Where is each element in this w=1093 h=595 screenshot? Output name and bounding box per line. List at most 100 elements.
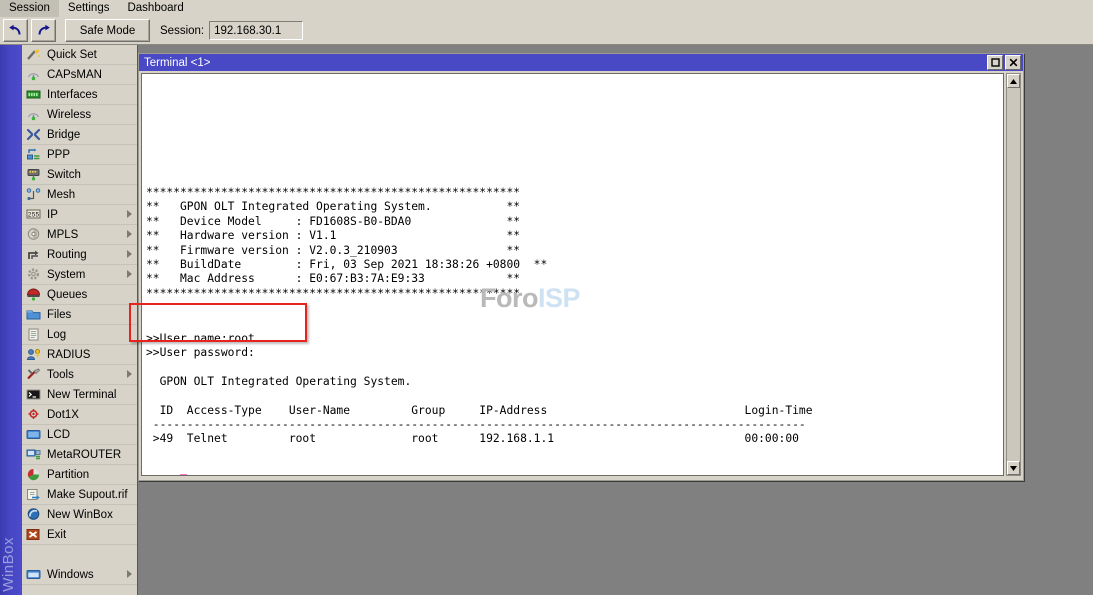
switch-icon xyxy=(26,168,43,182)
radius-key-icon xyxy=(26,348,43,362)
sidebar-item-label: Routing xyxy=(47,249,87,261)
exit-icon xyxy=(26,528,43,542)
sidebar-item-label: Tools xyxy=(47,369,74,381)
sidebar-item-ip[interactable]: 255IP xyxy=(22,205,137,225)
sidebar-item-label: Wireless xyxy=(47,109,91,121)
sidebar-item-new-winbox[interactable]: New WinBox xyxy=(22,505,137,525)
sidebar-item-label: Files xyxy=(47,309,71,321)
maximize-icon[interactable] xyxy=(987,55,1003,70)
session-address-field[interactable]: 192.168.30.1 xyxy=(209,21,303,40)
terminal-cursor xyxy=(180,474,187,476)
sidebar-item-wireless[interactable]: Wireless xyxy=(22,105,137,125)
session-table-row: >49 Telnet root root 192.168.1.1 00:00:0… xyxy=(146,432,799,446)
sidebar-item-lcd[interactable]: LCD xyxy=(22,425,137,445)
redo-button[interactable] xyxy=(31,19,56,42)
terminal-title-bar[interactable]: Terminal <1> xyxy=(139,54,1023,71)
sidebar-item-log[interactable]: Log xyxy=(22,325,137,345)
sidebar-item-windows[interactable]: Windows xyxy=(22,565,137,585)
tools-icon xyxy=(26,368,43,382)
scroll-down-arrow-icon[interactable] xyxy=(1007,461,1020,475)
sidebar-item-bridge[interactable]: Bridge xyxy=(22,125,137,145)
sidebar-item-new-terminal[interactable]: New Terminal xyxy=(22,385,137,405)
sidebar-item-label: Log xyxy=(47,329,66,341)
sidebar-item-label: Interfaces xyxy=(47,89,98,101)
sidebar-menu: Quick Set CAPsMAN Interfaces Wireless Bridge… xyxy=(22,45,138,595)
terminal-prompt-text: OLT> xyxy=(146,474,180,476)
session-table-headers: ID Access-Type User-Name Group IP-Addres… xyxy=(146,404,813,418)
terminal-output-area[interactable]: ****************************************… xyxy=(141,73,1004,476)
terminal-prompt-line: OLT> xyxy=(146,474,187,476)
sidebar-item-label: Bridge xyxy=(47,129,80,141)
close-icon[interactable] xyxy=(1005,55,1021,70)
sidebar-item-label: CAPsMAN xyxy=(47,69,102,81)
terminal-window: Terminal <1> ***************************… xyxy=(138,53,1024,481)
sidebar-item-tools[interactable]: Tools xyxy=(22,365,137,385)
scrollbar-track[interactable] xyxy=(1007,88,1020,461)
bridge-icon xyxy=(26,128,43,142)
terminal-login-prompt: >>User name:root >>User password: xyxy=(146,332,255,361)
sidebar-item-capsman[interactable]: CAPsMAN xyxy=(22,65,137,85)
chevron-right-icon xyxy=(127,270,132,278)
partition-icon xyxy=(26,468,43,482)
sidebar-item-label: New WinBox xyxy=(47,509,113,521)
mpls-icon xyxy=(26,228,43,242)
sidebar-item-label: MPLS xyxy=(47,229,78,241)
sidebar-item-label: System xyxy=(47,269,85,281)
chevron-right-icon xyxy=(127,210,132,218)
menu-dashboard[interactable]: Dashboard xyxy=(118,0,192,17)
wand-icon xyxy=(26,48,43,62)
sidebar-item-quick-set[interactable]: Quick Set xyxy=(22,45,137,65)
chevron-right-icon xyxy=(127,230,132,238)
sidebar-item-label: Mesh xyxy=(47,189,75,201)
queues-icon xyxy=(26,288,43,302)
sidebar-item-mesh[interactable]: Mesh xyxy=(22,185,137,205)
svg-text:255: 255 xyxy=(28,211,40,218)
winbox-icon xyxy=(26,508,43,522)
gear-icon xyxy=(26,268,43,282)
sidebar-item-label: Partition xyxy=(47,469,89,481)
supout-icon xyxy=(26,488,43,502)
terminal-title-text: Terminal <1> xyxy=(144,57,987,69)
sidebar-item-make-supout-rif[interactable]: Make Supout.rif xyxy=(22,485,137,505)
network-card-icon xyxy=(26,88,43,102)
sidebar-item-mpls[interactable]: MPLS xyxy=(22,225,137,245)
sidebar-item-interfaces[interactable]: Interfaces xyxy=(22,85,137,105)
sidebar-item-label: New Terminal xyxy=(47,389,116,401)
dot1x-icon xyxy=(26,408,43,422)
menu-settings[interactable]: Settings xyxy=(59,0,119,17)
sidebar-item-label: LCD xyxy=(47,429,70,441)
undo-button[interactable] xyxy=(3,19,28,42)
antenna-icon xyxy=(26,108,43,122)
menu-session[interactable]: Session xyxy=(0,0,59,17)
routing-icon xyxy=(26,248,43,262)
winbox-side-strip: WinBox xyxy=(0,45,22,595)
ppp-icon xyxy=(26,148,43,162)
sidebar-item-label: RADIUS xyxy=(47,349,90,361)
sidebar-item-dot1x[interactable]: Dot1X xyxy=(22,405,137,425)
safe-mode-button[interactable]: Safe Mode xyxy=(65,19,150,42)
sidebar-item-files[interactable]: Files xyxy=(22,305,137,325)
window-icon xyxy=(26,568,43,582)
sidebar-item-exit[interactable]: Exit xyxy=(22,525,137,545)
sidebar-item-routing[interactable]: Routing xyxy=(22,245,137,265)
mesh-icon xyxy=(26,188,43,202)
sidebar-item-partition[interactable]: Partition xyxy=(22,465,137,485)
redo-arrow-icon xyxy=(36,24,51,37)
menu-bar: Session Settings Dashboard xyxy=(0,0,1093,17)
sidebar-item-switch[interactable]: Switch xyxy=(22,165,137,185)
sidebar-item-system[interactable]: System xyxy=(22,265,137,285)
folder-icon xyxy=(26,308,43,322)
sidebar-item-metarouter[interactable]: MetaROUTER xyxy=(22,445,137,465)
sidebar-item-label: Switch xyxy=(47,169,81,181)
sidebar-item-queues[interactable]: Queues xyxy=(22,285,137,305)
sidebar-item-label: Quick Set xyxy=(47,49,97,61)
winbox-vertical-label: WinBox xyxy=(0,537,22,592)
terminal-post-login-banner: GPON OLT Integrated Operating System. xyxy=(146,375,411,389)
scroll-up-arrow-icon[interactable] xyxy=(1007,74,1020,88)
sidebar-item-ppp[interactable]: PPP xyxy=(22,145,137,165)
terminal-scrollbar[interactable] xyxy=(1006,73,1021,476)
metarouter-icon xyxy=(26,448,43,462)
chevron-right-icon xyxy=(127,570,132,578)
sidebar-item-radius[interactable]: RADIUS xyxy=(22,345,137,365)
terminal-banner: ****************************************… xyxy=(146,186,547,301)
